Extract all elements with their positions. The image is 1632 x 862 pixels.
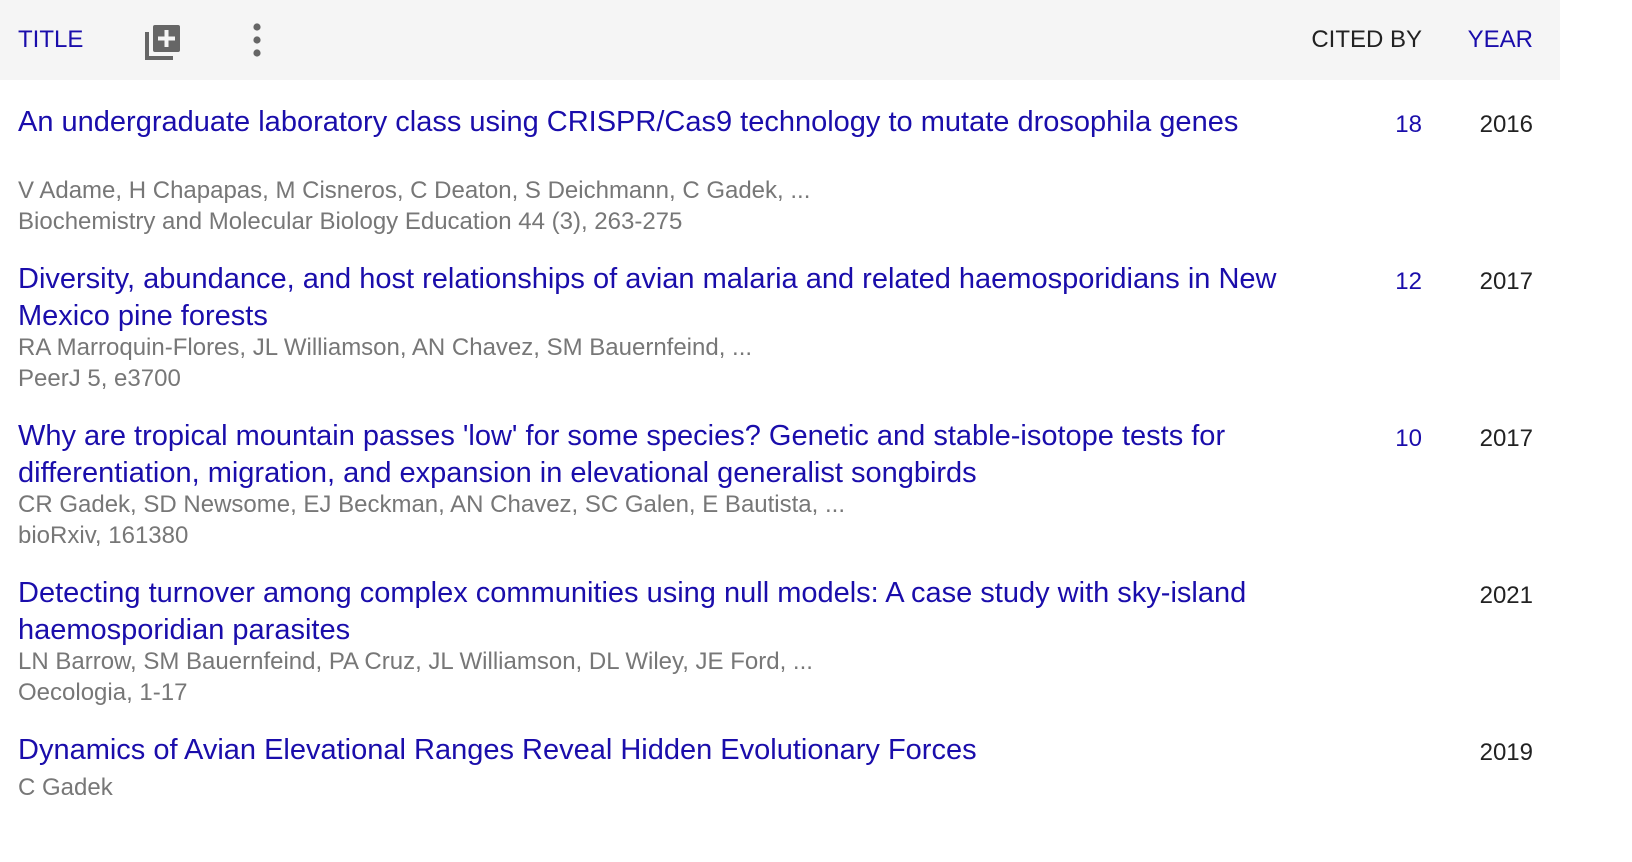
publication-authors: V Adame, H Chapapas, M Cisneros, C Deato…	[18, 177, 811, 204]
table-row: Detecting turnover among complex communi…	[0, 552, 1560, 710]
cited-by-count-link[interactable]: 10	[1395, 425, 1422, 453]
publication-title-link[interactable]: An undergraduate laboratory class using …	[18, 104, 1318, 141]
publication-venue: Biochemistry and Molecular Biology Educa…	[18, 208, 683, 235]
publications-table: TITLE CITED BY YEAR An undergraduate lab…	[0, 0, 1560, 820]
cited-by-count-link[interactable]: 18	[1395, 111, 1422, 139]
table-row: Diversity, abundance, and host relations…	[0, 237, 1560, 395]
publication-venue: bioRxiv, 161380	[18, 522, 189, 549]
more-vertical-icon[interactable]	[245, 22, 269, 58]
publication-authors: CR Gadek, SD Newsome, EJ Beckman, AN Cha…	[18, 491, 845, 518]
publication-authors: RA Marroquin-Flores, JL Williamson, AN C…	[18, 334, 753, 361]
publication-authors: LN Barrow, SM Bauernfeind, PA Cruz, JL W…	[18, 648, 813, 675]
table-header: TITLE CITED BY YEAR	[0, 0, 1560, 80]
cited-by-count-link[interactable]: 12	[1395, 268, 1422, 296]
publication-year: 2016	[1479, 111, 1533, 138]
publication-title-link[interactable]: Why are tropical mountain passes 'low' f…	[18, 418, 1318, 492]
publication-year: 2017	[1479, 425, 1533, 452]
library-add-icon[interactable]	[143, 22, 183, 62]
publication-title-link[interactable]: Detecting turnover among complex communi…	[18, 575, 1318, 649]
sort-by-title-button[interactable]: TITLE	[18, 26, 83, 54]
publication-venue: Oecologia, 1-17	[18, 679, 188, 706]
cited-by-header: CITED BY	[1311, 26, 1422, 53]
publication-authors: C Gadek	[18, 774, 113, 801]
publication-year: 2017	[1479, 268, 1533, 295]
table-row: Dynamics of Avian Elevational Ranges Rev…	[0, 710, 1560, 820]
publication-title-link[interactable]: Dynamics of Avian Elevational Ranges Rev…	[18, 732, 1318, 769]
publication-venue: PeerJ 5, e3700	[18, 365, 181, 392]
table-row: Why are tropical mountain passes 'low' f…	[0, 395, 1560, 552]
publication-year: 2019	[1479, 739, 1533, 766]
sort-by-year-button[interactable]: YEAR	[1468, 26, 1533, 54]
publication-title-link[interactable]: Diversity, abundance, and host relations…	[18, 261, 1318, 335]
table-row: An undergraduate laboratory class using …	[0, 80, 1560, 237]
publication-year: 2021	[1479, 582, 1533, 609]
